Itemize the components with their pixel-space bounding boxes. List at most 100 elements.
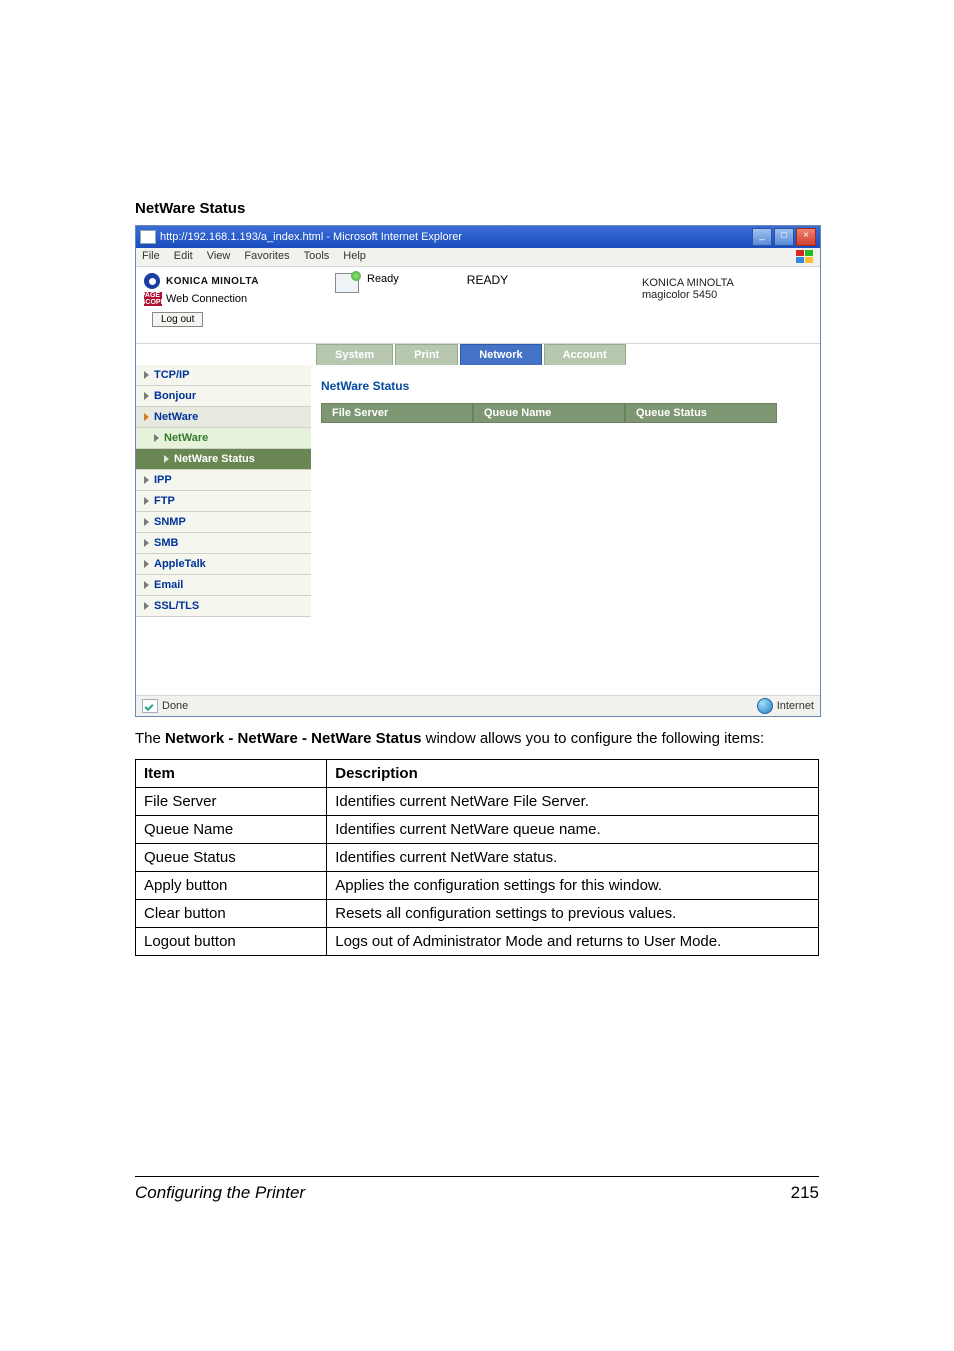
- menu-file[interactable]: File: [142, 250, 160, 264]
- sidebar-label: SMB: [154, 537, 178, 549]
- triangle-icon: [144, 581, 149, 589]
- sidebar-label: Email: [154, 579, 183, 591]
- grid-header-row: File Server Queue Name Queue Status: [321, 403, 810, 423]
- page-icon: [140, 230, 156, 244]
- sidebar-label: SSL/TLS: [154, 600, 199, 612]
- maximize-button[interactable]: □: [774, 228, 794, 246]
- windows-logo-icon: [796, 250, 814, 264]
- menubar: File Edit View Favorites Tools Help: [136, 248, 820, 267]
- cell-desc: Identifies current NetWare queue name.: [327, 816, 819, 844]
- sidebar-item-email[interactable]: Email: [136, 575, 311, 596]
- sidebar-item-tcpip[interactable]: TCP/IP: [136, 365, 311, 386]
- caption-paragraph: The Network - NetWare - NetWare Status w…: [135, 729, 819, 749]
- ready-status: READY: [467, 273, 508, 287]
- triangle-icon: [144, 371, 149, 379]
- close-button[interactable]: ×: [796, 228, 816, 246]
- cell-item: Queue Name: [136, 816, 327, 844]
- caption-post: window allows you to configure the follo…: [421, 730, 764, 747]
- triangle-icon: [154, 434, 159, 442]
- menu-view[interactable]: View: [207, 250, 231, 264]
- parameters-table: Item Description File ServerIdentifies c…: [135, 759, 819, 956]
- menu-tools[interactable]: Tools: [304, 250, 330, 264]
- footer-section: Configuring the Printer: [135, 1183, 305, 1203]
- tab-print[interactable]: Print: [395, 344, 458, 365]
- tab-account[interactable]: Account: [544, 344, 626, 365]
- table-row: Clear buttonResets all configuration set…: [136, 900, 819, 928]
- sidebar-item-netware[interactable]: NetWare: [136, 407, 311, 428]
- content-area: NetWare Status File Server Queue Name Qu…: [311, 365, 820, 695]
- menu-help[interactable]: Help: [343, 250, 366, 264]
- menu-favorites[interactable]: Favorites: [244, 250, 289, 264]
- statusbar: Done Internet: [136, 695, 820, 716]
- sidebar-item-ftp[interactable]: FTP: [136, 491, 311, 512]
- sidebar-item-bonjour[interactable]: Bonjour: [136, 386, 311, 407]
- konica-logo-icon: [144, 273, 160, 289]
- caption-window-name: Network - NetWare - NetWare Status: [165, 730, 421, 747]
- cell-item: File Server: [136, 788, 327, 816]
- cell-desc: Logs out of Administrator Mode and retur…: [327, 928, 819, 956]
- triangle-icon: [144, 392, 149, 400]
- menu-edit[interactable]: Edit: [174, 250, 193, 264]
- status-zone: Internet: [777, 700, 814, 712]
- web-connection-text: Web Connection: [166, 293, 247, 305]
- th-item: Item: [136, 760, 327, 788]
- tab-system[interactable]: System: [316, 344, 393, 365]
- table-row: Apply buttonApplies the configuration se…: [136, 872, 819, 900]
- logout-button[interactable]: Log out: [152, 312, 203, 327]
- done-icon: [142, 699, 158, 713]
- content-title: NetWare Status: [321, 379, 810, 393]
- page-footer: Configuring the Printer 215: [135, 1176, 819, 1203]
- triangle-icon: [144, 518, 149, 526]
- page-number: 215: [791, 1183, 819, 1203]
- window-title: http://192.168.1.193/a_index.html - Micr…: [160, 231, 462, 243]
- triangle-icon: [144, 497, 149, 505]
- browser-window: http://192.168.1.193/a_index.html - Micr…: [135, 225, 821, 717]
- minimize-button[interactable]: _: [752, 228, 772, 246]
- sidebar-item-appletalk[interactable]: AppleTalk: [136, 554, 311, 575]
- model-name: magicolor 5450: [642, 289, 812, 301]
- triangle-icon: [144, 539, 149, 547]
- table-row: Queue NameIdentifies current NetWare que…: [136, 816, 819, 844]
- model-brand: KONICA MINOLTA: [642, 277, 812, 289]
- sidebar-item-ssltls[interactable]: SSL/TLS: [136, 596, 311, 617]
- sidebar-label: AppleTalk: [154, 558, 206, 570]
- col-queue-status: Queue Status: [625, 403, 777, 423]
- cell-desc: Identifies current NetWare status.: [327, 844, 819, 872]
- ready-label: Ready: [367, 273, 399, 285]
- sidebar-item-snmp[interactable]: SNMP: [136, 512, 311, 533]
- table-row: Queue StatusIdentifies current NetWare s…: [136, 844, 819, 872]
- th-desc: Description: [327, 760, 819, 788]
- status-done: Done: [162, 700, 188, 712]
- caption-pre: The: [135, 730, 165, 747]
- sidebar-label: TCP/IP: [154, 369, 189, 381]
- sidebar-label: NetWare Status: [174, 453, 255, 465]
- cell-item: Logout button: [136, 928, 327, 956]
- cell-item: Apply button: [136, 872, 327, 900]
- titlebar: http://192.168.1.193/a_index.html - Micr…: [136, 226, 820, 248]
- internet-zone-icon: [757, 698, 773, 714]
- triangle-icon: [144, 476, 149, 484]
- triangle-icon: [144, 413, 149, 421]
- sidebar-item-netware-status[interactable]: NetWare Status: [136, 449, 311, 470]
- sidebar-label: Bonjour: [154, 390, 196, 402]
- triangle-icon: [144, 560, 149, 568]
- table-row: Logout buttonLogs out of Administrator M…: [136, 928, 819, 956]
- cell-desc: Resets all configuration settings to pre…: [327, 900, 819, 928]
- brand-text: KONICA MINOLTA: [166, 276, 259, 287]
- pagescope-logo-icon: PAGE SCOPE: [144, 292, 162, 306]
- sidebar-item-netware-sub[interactable]: NetWare: [136, 428, 311, 449]
- sidebar: TCP/IP Bonjour NetWare NetWare NetWare S…: [136, 365, 311, 695]
- cell-desc: Applies the configuration settings for t…: [327, 872, 819, 900]
- sidebar-item-ipp[interactable]: IPP: [136, 470, 311, 491]
- sidebar-label: FTP: [154, 495, 175, 507]
- tab-network[interactable]: Network: [460, 344, 541, 365]
- sidebar-label: SNMP: [154, 516, 186, 528]
- cell-item: Clear button: [136, 900, 327, 928]
- table-row: File ServerIdentifies current NetWare Fi…: [136, 788, 819, 816]
- sidebar-item-smb[interactable]: SMB: [136, 533, 311, 554]
- section-heading: NetWare Status: [135, 200, 819, 217]
- sidebar-label: NetWare: [164, 432, 208, 444]
- triangle-icon: [164, 455, 169, 463]
- sidebar-label: IPP: [154, 474, 172, 486]
- printer-ready-icon: [335, 273, 359, 293]
